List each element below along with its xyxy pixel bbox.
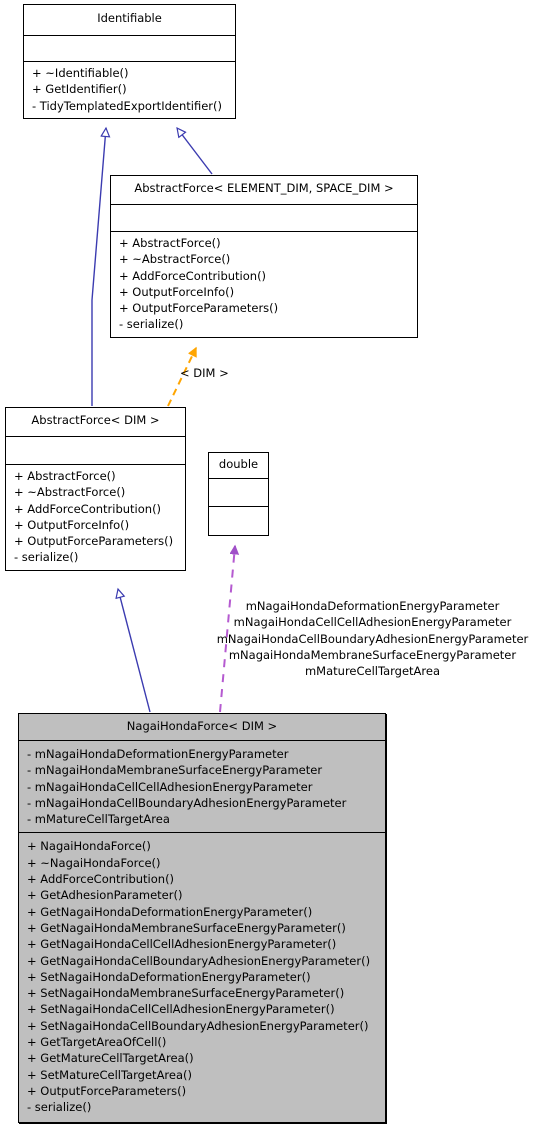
class-member: - mNagaiHondaMembraneSurfaceEnergyParame… xyxy=(27,763,323,778)
class-member: + OutputForceInfo() xyxy=(14,517,130,532)
class-member: + GetNagaiHondaCellCellAdhesionEnergyPar… xyxy=(27,937,337,952)
class-attributes-abstractforce-template xyxy=(111,205,417,232)
edge-identifiable-to-abstractforce-dim xyxy=(91,128,106,406)
class-box-double[interactable]: double xyxy=(208,452,269,536)
class-member: + OutputForceParameters() xyxy=(119,301,279,316)
usage-edge-label: mNagaiHondaCellCellAdhesionEnergyParamet… xyxy=(233,615,512,630)
class-attributes-nagaihondaforce: - mNagaiHondaDeformationEnergyParameter … xyxy=(19,741,385,834)
class-member: - mMatureCellTargetArea xyxy=(27,812,170,827)
class-title-double: double xyxy=(209,453,268,479)
class-member: + SetMatureCellTargetArea() xyxy=(27,1067,193,1082)
class-member: + GetTargetAreaOfCell() xyxy=(27,1035,167,1050)
class-member: - serialize() xyxy=(119,317,184,332)
class-title-abstractforce-template: AbstractForce< ELEMENT_DIM, SPACE_DIM > xyxy=(111,176,417,205)
class-member: - mNagaiHondaCellCellAdhesionEnergyParam… xyxy=(27,779,313,794)
template-binding-label: < DIM > xyxy=(180,366,229,380)
class-operations-identifiable: + ~Identifiable() + GetIdentifier() - Ti… xyxy=(24,62,235,118)
class-member: + AbstractForce() xyxy=(119,236,221,250)
class-member: + ~NagaiHondaForce() xyxy=(27,855,161,870)
class-title-identifiable: Identifiable xyxy=(24,5,235,36)
edge-abstractforce-dim-to-nagaihonda xyxy=(118,589,151,713)
class-member: + GetAdhesionParameter() xyxy=(27,888,183,903)
class-member: + ~AbstractForce() xyxy=(119,252,231,267)
class-member: + AddForceContribution() xyxy=(119,268,267,283)
class-title-nagaihondaforce: NagaiHondaForce< DIM > xyxy=(19,714,385,741)
class-member: + SetNagaiHondaDeformationEnergyParamete… xyxy=(27,969,311,984)
class-member: + GetNagaiHondaDeformationEnergyParamete… xyxy=(27,904,313,919)
usage-edge-label: mNagaiHondaMembraneSurfaceEnergyParamete… xyxy=(228,647,517,662)
class-member: - mNagaiHondaCellBoundaryAdhesionEnergyP… xyxy=(27,795,347,810)
class-title-abstractforce-dim: AbstractForce< DIM > xyxy=(6,408,185,437)
class-member: + OutputForceParameters() xyxy=(27,1083,187,1098)
usage-edge-label: mMatureCellTargetArea xyxy=(304,664,441,679)
class-member: + GetMatureCellTargetArea() xyxy=(27,1051,194,1066)
class-box-abstractforce-template[interactable]: AbstractForce< ELEMENT_DIM, SPACE_DIM > … xyxy=(110,175,418,338)
class-member: + SetNagaiHondaCellBoundaryAdhesionEnerg… xyxy=(27,1018,369,1033)
class-operations-double xyxy=(209,507,268,535)
class-box-nagaihondaforce[interactable]: NagaiHondaForce< DIM > - mNagaiHondaDefo… xyxy=(18,713,386,1123)
class-attributes-double xyxy=(209,479,268,507)
class-member: + OutputForceParameters() xyxy=(14,534,174,549)
class-member: + AddForceContribution() xyxy=(14,501,162,516)
class-member: + OutputForceInfo() xyxy=(119,284,235,299)
class-member: - TidyTemplatedExportIdentifier() xyxy=(32,98,222,113)
class-attributes-identifiable xyxy=(24,36,235,62)
class-operations-abstractforce-dim: + AbstractForce() + ~AbstractForce() + A… xyxy=(6,465,185,570)
class-member: + ~AbstractForce() xyxy=(14,485,126,500)
class-attributes-abstractforce-dim xyxy=(6,437,185,465)
class-member: + AbstractForce() xyxy=(14,469,116,483)
class-box-abstractforce-dim[interactable]: AbstractForce< DIM > + AbstractForce() +… xyxy=(5,407,186,571)
class-operations-nagaihondaforce: + NagaiHondaForce() + ~NagaiHondaForce()… xyxy=(19,833,385,1121)
class-member: + NagaiHondaForce() xyxy=(27,839,151,854)
class-box-identifiable[interactable]: Identifiable + ~Identifiable() + GetIden… xyxy=(23,4,236,119)
class-member: + AddForceContribution() xyxy=(27,872,175,887)
class-operations-abstractforce-template: + AbstractForce() + ~AbstractForce() + A… xyxy=(111,232,417,337)
class-member: - mNagaiHondaDeformationEnergyParameter xyxy=(27,747,289,761)
usage-edge-label: mNagaiHondaDeformationEnergyParameter xyxy=(245,599,500,613)
class-member: + SetNagaiHondaCellCellAdhesionEnergyPar… xyxy=(27,1002,335,1017)
usage-edge-labels: mNagaiHondaDeformationEnergyParameter mN… xyxy=(200,598,545,679)
class-member: + GetIdentifier() xyxy=(32,82,127,97)
class-member: + GetNagaiHondaMembraneSurfaceEnergyPara… xyxy=(27,920,346,935)
usage-edge-label: mNagaiHondaCellBoundaryAdhesionEnergyPar… xyxy=(216,631,529,646)
class-member: + SetNagaiHondaMembraneSurfaceEnergyPara… xyxy=(27,986,345,1001)
edge-identifiable-to-abstractforce-template xyxy=(177,128,213,175)
class-member: - serialize() xyxy=(27,1100,92,1115)
uml-class-diagram: Identifiable + ~Identifiable() + GetIden… xyxy=(0,0,545,1141)
class-member: - serialize() xyxy=(14,550,79,565)
class-member: + ~Identifiable() xyxy=(32,66,129,80)
class-member: + GetNagaiHondaCellBoundaryAdhesionEnerg… xyxy=(27,953,371,968)
